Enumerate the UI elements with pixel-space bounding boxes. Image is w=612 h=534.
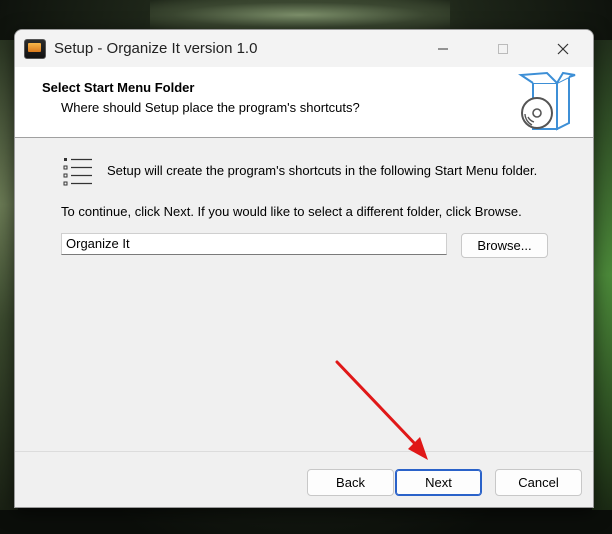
list-icon <box>63 158 92 186</box>
software-box-cd-icon <box>518 71 576 131</box>
page-subtitle: Where should Setup place the program's s… <box>61 100 360 115</box>
background-wallpaper-top <box>150 0 450 30</box>
cancel-button[interactable]: Cancel <box>495 469 582 496</box>
start-menu-folder-input[interactable]: Organize It <box>61 233 447 255</box>
close-icon <box>557 43 569 54</box>
background-wallpaper-right <box>592 40 612 510</box>
browse-button[interactable]: Browse... <box>461 233 548 258</box>
next-button[interactable]: Next <box>395 469 482 496</box>
maximize-icon <box>498 43 508 54</box>
window-controls <box>413 30 593 67</box>
back-button[interactable]: Back <box>307 469 394 496</box>
maximize-button[interactable] <box>473 30 533 67</box>
wizard-header: Select Start Menu Folder Where should Se… <box>15 67 593 138</box>
wizard-body: Setup will create the program's shortcut… <box>15 138 593 452</box>
page-title: Select Start Menu Folder <box>42 80 195 95</box>
intro-text: Setup will create the program's shortcut… <box>107 163 538 178</box>
minimize-icon <box>438 48 448 49</box>
footer-divider <box>15 451 593 452</box>
app-icon <box>24 38 46 59</box>
window-title: Setup - Organize It version 1.0 <box>54 40 258 57</box>
minimize-button[interactable] <box>413 30 473 67</box>
instruction-text: To continue, click Next. If you would li… <box>61 204 522 219</box>
title-bar[interactable]: Setup - Organize It version 1.0 <box>15 30 593 67</box>
close-button[interactable] <box>533 30 593 67</box>
setup-window: Setup - Organize It version 1.0 Select S… <box>14 29 594 508</box>
